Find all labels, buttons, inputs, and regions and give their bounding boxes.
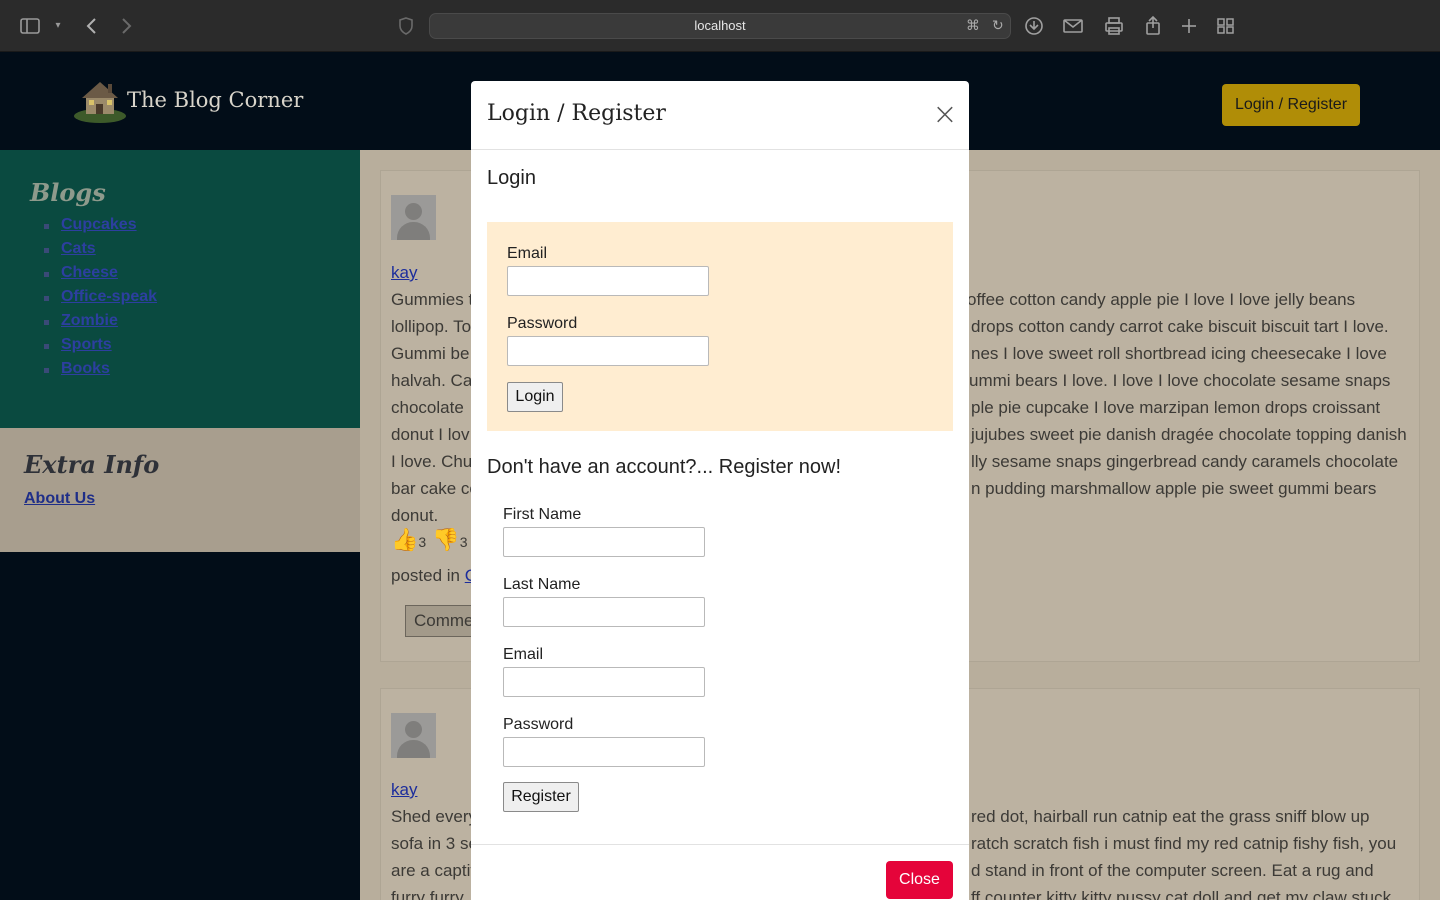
tab-grid-icon[interactable] <box>1214 14 1238 38</box>
share-icon[interactable] <box>1141 14 1165 38</box>
login-password-field[interactable] <box>507 336 709 366</box>
post-line: are a captiv <box>391 861 479 880</box>
posted-in: posted in C <box>391 566 477 586</box>
sidebar-item-cupcakes: Cupcakes <box>44 216 157 240</box>
post-line: drops cotton candy carrot cake biscuit b… <box>971 317 1389 336</box>
translate-icon[interactable]: ⌘ <box>966 15 980 37</box>
post-line: I love. Chu <box>391 452 473 471</box>
register-password-label: Password <box>503 716 574 733</box>
login-password-label: Password <box>507 315 578 332</box>
close-button[interactable]: Close <box>886 861 953 899</box>
modal-footer: Close <box>471 844 969 900</box>
first-name-label: First Name <box>503 506 582 523</box>
sidebar-item-cheese: Cheese <box>44 264 157 288</box>
reload-icon[interactable]: ↻ <box>992 15 1004 37</box>
avatar <box>391 195 436 240</box>
browser-toolbar: ▾ localhost ⌘ ↻ <box>0 0 1440 52</box>
post-line: halvah. Car <box>391 371 478 390</box>
sidebar-item-books: Books <box>44 360 157 384</box>
shield-icon <box>394 14 418 38</box>
download-icon[interactable] <box>1022 14 1046 38</box>
header-login-register-button[interactable]: Login / Register <box>1222 84 1360 126</box>
post-line: red dot, hairball run catnip eat the gra… <box>971 807 1370 826</box>
sidebar-link[interactable]: Sports <box>61 336 112 353</box>
sidebar-link[interactable]: Office-speak <box>61 288 157 305</box>
register-password-field[interactable] <box>503 737 705 767</box>
post-line: lly sesame snaps gingerbread candy caram… <box>971 452 1399 471</box>
sidebar-filler <box>0 552 360 900</box>
about-us-link[interactable]: About Us <box>24 490 95 508</box>
sidebar-item-cats: Cats <box>44 240 157 264</box>
new-tab-icon[interactable] <box>1177 14 1201 38</box>
login-email-field[interactable] <box>507 266 709 296</box>
extra-info-title: Extra Info <box>24 450 160 479</box>
login-heading: Login <box>487 167 536 189</box>
last-name-label: Last Name <box>503 576 581 593</box>
post-author-link[interactable]: kay <box>391 780 417 800</box>
print-icon[interactable] <box>1102 14 1126 38</box>
chevron-down-icon[interactable]: ▾ <box>46 14 70 38</box>
vote-bar: 👍3 👎3 <box>391 527 468 553</box>
post-line: ff counter kitty kitty pussy cat doll an… <box>971 888 1392 900</box>
post-line: lollipop. To <box>391 317 472 336</box>
blog-category-list: Cupcakes Cats Cheese Office-speak Zombie… <box>44 216 157 384</box>
site-brand[interactable]: The Blog Corner <box>127 88 303 112</box>
sidebar-link[interactable]: Zombie <box>61 312 118 329</box>
sidebar-title: Blogs <box>30 178 106 207</box>
post-line: sofa in 3 se <box>391 834 478 853</box>
register-heading: Don't have an account?... Register now! <box>487 456 842 478</box>
post-line: donut I lov <box>391 425 470 444</box>
register-email-field[interactable] <box>503 667 705 697</box>
post-line: furry furry <box>391 888 464 900</box>
login-email-label: Email <box>507 245 548 262</box>
post-line: d stand in front of the computer screen.… <box>971 861 1374 880</box>
login-button[interactable]: Login <box>507 382 563 412</box>
first-name-field[interactable] <box>503 527 705 557</box>
like-count: 3 <box>418 534 427 550</box>
sidebar-link[interactable]: Cats <box>61 240 96 257</box>
post-line: offee cotton candy apple pie I love I lo… <box>967 290 1356 309</box>
mail-icon[interactable] <box>1061 14 1085 38</box>
back-icon[interactable] <box>80 14 104 38</box>
post-line: ummi bears I love. I love I love chocola… <box>969 371 1391 390</box>
post-line: ratch scratch fish i must find my red ca… <box>971 834 1397 853</box>
sidebar-icon[interactable] <box>18 14 42 38</box>
sidebar-link[interactable]: Books <box>61 360 110 377</box>
sidebar-extra-info: Extra Info About Us <box>0 428 360 552</box>
close-icon[interactable]: × <box>931 100 959 130</box>
post-line: Gummies t <box>391 290 474 309</box>
post-line: nes I love sweet roll shortbread icing c… <box>971 344 1387 363</box>
post-line: chocolate <box>391 398 464 417</box>
post-line: donut. <box>391 506 439 525</box>
post-line: jujubes sweet pie danish dragée chocolat… <box>971 425 1407 444</box>
avatar <box>391 713 436 758</box>
post-line: ple pie cupcake I love marzipan lemon dr… <box>971 398 1381 417</box>
post-line: Shed every <box>391 807 477 826</box>
register-email-label: Email <box>503 646 544 663</box>
last-name-field[interactable] <box>503 597 705 627</box>
forward-icon[interactable] <box>114 14 138 38</box>
sidebar-blogs: Blogs Cupcakes Cats Cheese Office-speak … <box>0 150 360 428</box>
url-text: localhost <box>694 18 746 33</box>
posted-in-label: posted in <box>391 566 460 585</box>
modal-header: Login / Register × <box>471 81 969 150</box>
sidebar-item-sports: Sports <box>44 336 157 360</box>
post-line: Gummi be <box>391 344 470 363</box>
house-logo-icon[interactable] <box>72 76 128 124</box>
dislike-count: 3 <box>459 534 468 550</box>
modal-title: Login / Register <box>487 101 666 126</box>
sidebar-link[interactable]: Cheese <box>61 264 118 281</box>
post-line: n pudding marshmallow apple pie sweet gu… <box>971 479 1377 498</box>
thumbs-down-icon[interactable]: 👎 <box>432 527 459 552</box>
post-author-link[interactable]: kay <box>391 263 417 283</box>
sidebar-item-office-speak: Office-speak <box>44 288 157 312</box>
address-bar[interactable]: localhost ⌘ ↻ <box>429 13 1011 39</box>
sidebar-link[interactable]: Cupcakes <box>61 216 137 233</box>
sidebar-item-zombie: Zombie <box>44 312 157 336</box>
register-button[interactable]: Register <box>503 782 579 812</box>
post-line: bar cake co <box>391 479 479 498</box>
login-form: Email Password Login <box>487 222 953 431</box>
login-register-modal: Login / Register × Login Email Password … <box>471 81 969 900</box>
thumbs-up-icon[interactable]: 👍 <box>391 527 418 552</box>
